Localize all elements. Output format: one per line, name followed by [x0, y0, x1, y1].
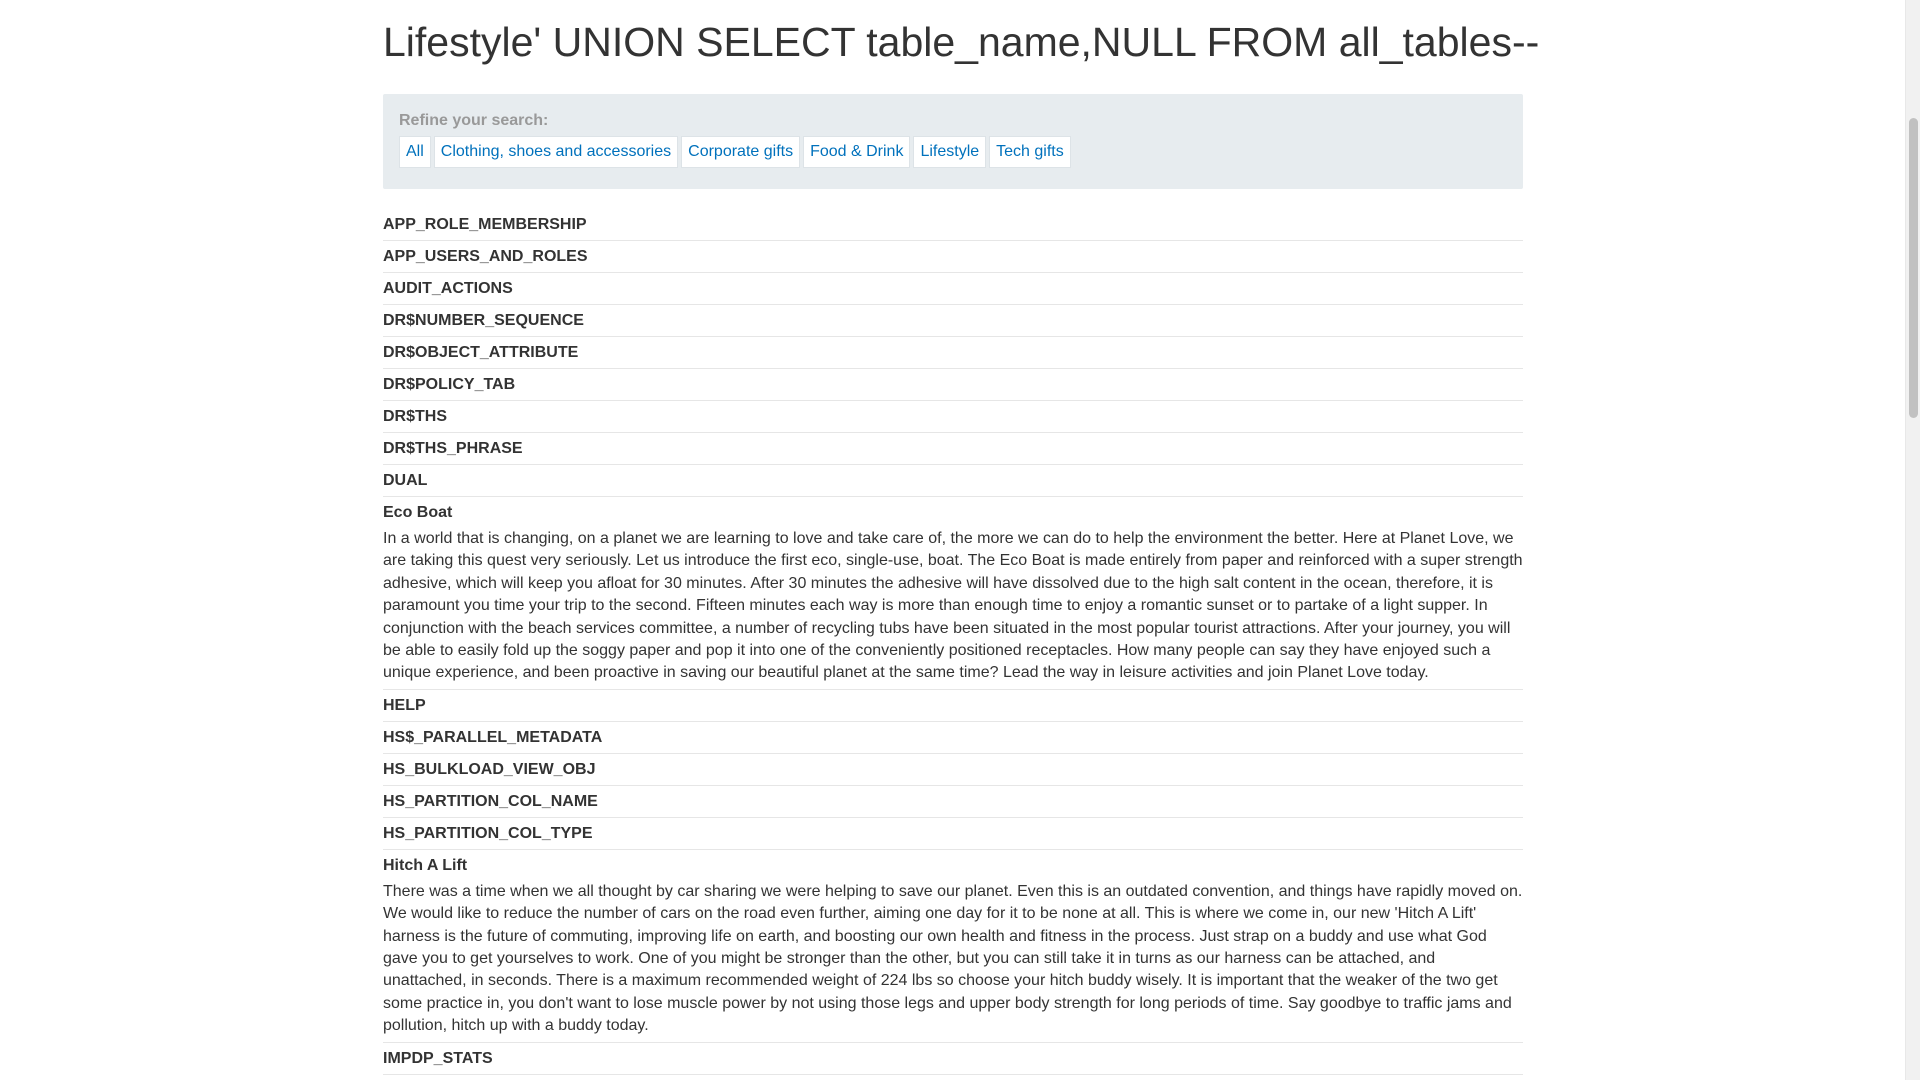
result-item: AUDIT_ACTIONS [383, 273, 1523, 305]
result-item: HS_BULKLOAD_VIEW_OBJ [383, 754, 1523, 786]
page-title: Lifestyle' UNION SELECT table_name,NULL … [383, 19, 1540, 65]
result-item: HS_PARTITION_COL_TYPE [383, 818, 1523, 850]
filter-lifestyle[interactable]: Lifestyle [913, 136, 987, 168]
result-title: DR$THS [383, 408, 448, 425]
result-item: DR$THS [383, 401, 1523, 433]
filter-food-drink[interactable]: Food & Drink [803, 136, 911, 168]
result-item: HELP [383, 690, 1523, 722]
result-item: DR$NUMBER_SEQUENCE [383, 305, 1523, 337]
result-title: HS_PARTITION_COL_TYPE [383, 824, 593, 842]
result-title: DR$POLICY_TAB [383, 376, 516, 393]
results-list: APP_ROLE_MEMBERSHIP APP_USERS_AND_ROLES … [383, 209, 1523, 1075]
result-item: DR$THS_PHRASE [383, 433, 1523, 465]
result-item: DR$OBJECT_ATTRIBUTE [383, 337, 1523, 369]
result-title: Hitch A Lift [383, 856, 468, 874]
filter-corporate-gifts[interactable]: Corporate gifts [681, 136, 801, 168]
scrollbar-thumb[interactable] [1909, 118, 1918, 418]
result-title: HELP [383, 696, 426, 714]
refine-search-panel: Refine your search: All Clothing, shoes … [383, 94, 1523, 189]
result-item: APP_ROLE_MEMBERSHIP [383, 209, 1523, 241]
result-title: APP_ROLE_MEMBERSHIP [383, 216, 587, 233]
result-title: AUDIT_ACTIONS [383, 280, 513, 297]
result-description: In a world that is changing, on a planet… [383, 530, 1523, 682]
filter-tech-gifts[interactable]: Tech gifts [989, 136, 1071, 168]
result-item: APP_USERS_AND_ROLES [383, 241, 1523, 273]
main-container: Lifestyle' UNION SELECT table_name,NULL … [383, 0, 1540, 1075]
result-item: DR$POLICY_TAB [383, 369, 1523, 401]
result-item: IMPDP_STATS [383, 1043, 1523, 1075]
filter-clothing-shoes-accessories[interactable]: Clothing, shoes and accessories [433, 136, 679, 168]
refine-search-label: Refine your search: [399, 112, 549, 129]
result-title: IMPDP_STATS [383, 1049, 493, 1067]
filter-all[interactable]: All [399, 136, 431, 168]
result-item: HS_PARTITION_COL_NAME [383, 786, 1523, 818]
result-title: DUAL [383, 472, 428, 489]
result-item: Hitch A Lift There was a time when we al… [383, 850, 1523, 1043]
result-title: DR$OBJECT_ATTRIBUTE [383, 344, 579, 361]
result-title: APP_USERS_AND_ROLES [383, 248, 588, 265]
vertical-scrollbar[interactable] [1905, 0, 1920, 1080]
result-title: HS_BULKLOAD_VIEW_OBJ [383, 760, 596, 778]
result-title: Eco Boat [383, 504, 453, 521]
result-title: HS$_PARALLEL_METADATA [383, 728, 603, 746]
result-item: Eco Boat In a world that is changing, on… [383, 497, 1523, 690]
page-viewport: Lifestyle' UNION SELECT table_name,NULL … [0, 0, 1905, 1080]
result-title: DR$THS_PHRASE [383, 440, 523, 457]
category-filters: All Clothing, shoes and accessories Corp… [399, 136, 1507, 168]
result-title: DR$NUMBER_SEQUENCE [383, 312, 584, 329]
result-title: HS_PARTITION_COL_NAME [383, 792, 598, 810]
result-item: HS$_PARALLEL_METADATA [383, 722, 1523, 754]
result-item: DUAL [383, 465, 1523, 497]
result-description: There was a time when we all thought by … [383, 882, 1523, 1035]
